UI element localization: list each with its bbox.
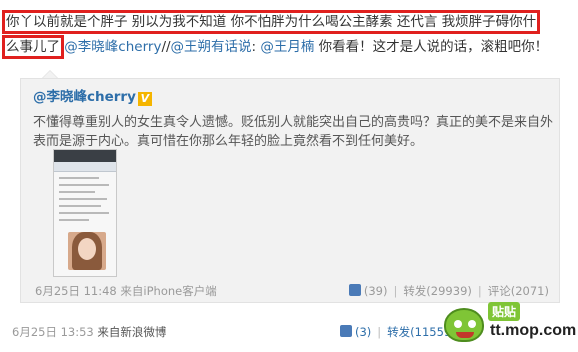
thumb-text-line [59,198,107,200]
post-like-button[interactable]: (3) [340,325,371,339]
post-source-prefix: 来自 [97,325,121,339]
site-watermark: 贴贴 tt.mop.com [444,302,576,348]
quote-source-prefix: 来自 [120,284,144,298]
post-tail-text: 你看看！这才是人说的话，滚粗吧你！ [314,39,549,55]
divider: | [393,284,398,298]
quote-text: 不懂得尊重别人的女生真令人遗憾。贬低别人就能突出自己的高贵吗？真正的美不是来自外… [33,115,554,149]
quote-pointer [42,70,58,78]
thumb-nav-bar [54,162,116,172]
thumbs-up-icon [348,284,361,296]
mascot-icon [444,308,484,342]
thumb-status-bar [54,150,116,162]
quote-meta: 6月25日 11:48 来自iPhone客户端 [35,283,217,299]
post-source-link[interactable]: 新浪微博 [120,325,166,339]
repost-separator: // [161,39,171,55]
post-time-link[interactable]: 6月25日 13:53 [12,325,94,339]
thumb-text-line [59,219,89,221]
quote-like-button[interactable]: (39) [348,284,388,298]
mention-wang-shuo[interactable]: @王朔有话说 [171,39,252,55]
divider: | [477,284,482,298]
mascot-eye [468,320,476,328]
thumb-text-line [59,191,95,193]
thumbs-up-icon [340,325,352,337]
post-text: 你丫以前就是个胖子 别以为我不知道 你不怕胖为什么喝公主酵素 还代言 我烦胖子碍… [1,10,572,60]
thumb-text-line [59,212,109,214]
divider: | [377,325,382,339]
mention-li-xiaofeng[interactable]: @李晓峰cherry [64,39,161,55]
thumb-text-line [59,205,101,207]
highlighted-text-line1: 你丫以前就是个胖子 别以为我不知道 你不怕胖为什么喝公主酵素 还代言 我烦胖子碍… [1,10,541,34]
quote-source-link[interactable]: iPhone客户端 [143,284,216,298]
highlighted-text-line2: 么事儿了 [2,35,64,59]
mascot-eye [454,320,462,328]
post-meta: 6月25日 13:53 来自新浪微博 [12,324,166,340]
watermark-badge: 贴贴 [488,302,521,321]
thumb-text-line [59,184,109,186]
quote-comment-link[interactable]: 评论(2071) [488,284,549,298]
mention-wang-yuenan[interactable]: @王月楠 [260,39,314,55]
post-like-count: (3) [355,325,372,339]
quoted-post: @李晓峰cherry V 不懂得尊重别人的女生真令人遗憾。贬低别人就能突出自己的高… [20,78,560,303]
screenshot-thumbnail[interactable] [53,149,117,277]
thumb-photo [68,232,106,270]
watermark-site: tt.mop.com [490,322,577,339]
mascot-mouth [456,332,474,338]
post-actions: (3) | 转发(11559) [340,324,456,340]
quote-time-link[interactable]: 6月25日 11:48 [35,284,117,298]
thumb-text-line [59,177,99,179]
thumb-face [78,238,96,260]
quote-like-count: (39) [363,284,388,298]
verified-badge-icon: V [137,92,152,106]
quote-repost-link[interactable]: 转发(29939) [403,284,472,298]
quote-actions: (39) | 转发(29939) | 评论(2071) [348,283,549,299]
quote-author: @李晓峰cherry V [33,85,152,106]
quote-author-link[interactable]: @李晓峰cherry [33,89,136,105]
